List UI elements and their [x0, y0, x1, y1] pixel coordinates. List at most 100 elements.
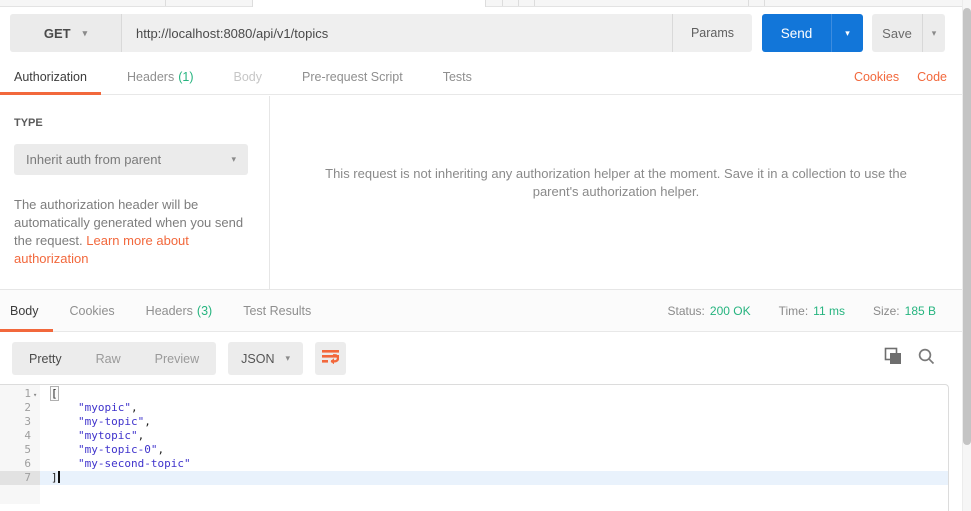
code-line: 5 "my-topic-0",: [0, 443, 948, 457]
save-button-group: Save ▾: [872, 14, 945, 52]
code-line: 6 "my-second-topic": [0, 457, 948, 471]
matched-bracket: [: [50, 386, 59, 401]
code-link[interactable]: Code: [917, 70, 947, 84]
json-string: "mytopic": [78, 429, 138, 442]
tab-separator: [534, 0, 535, 6]
send-button[interactable]: Send: [762, 14, 831, 52]
tab-headers[interactable]: Headers (1): [127, 70, 194, 84]
text-cursor: [57, 471, 60, 483]
tab-authorization[interactable]: Authorization: [14, 70, 87, 84]
code-lines: 1 ▾ [ 2 "myopic", 3 "my-topic", 4 "mytopi…: [0, 385, 948, 485]
line-number: 3: [24, 415, 31, 428]
status-badge: Status: 200 OK: [668, 304, 751, 318]
status-value: 200 OK: [709, 303, 751, 318]
format-dropdown[interactable]: JSON ▾: [228, 342, 304, 375]
page-scrollbar: [962, 0, 971, 511]
view-mode-preview[interactable]: Preview: [138, 352, 216, 366]
size-value: 185 B: [904, 303, 936, 318]
tab-separator: [165, 0, 166, 6]
method-label: GET: [43, 25, 71, 41]
tab-separator: [518, 0, 519, 6]
cookies-link[interactable]: Cookies: [854, 70, 899, 84]
response-toolbar: Pretty Raw Preview JSON ▾: [0, 333, 962, 384]
tab-test-results[interactable]: Test Results: [243, 304, 311, 318]
tab-separator: [748, 0, 749, 6]
line-number: 1 ▾: [0, 387, 40, 401]
params-button[interactable]: Params: [672, 14, 752, 52]
search-icon: [917, 347, 935, 370]
active-tab-segment: [252, 0, 486, 7]
chevron-down-icon: ▾: [285, 353, 291, 363]
response-headers-label: Headers: [145, 303, 193, 318]
tab-headers-label: Headers: [126, 70, 175, 84]
response-header: Body Cookies Headers (3) Test Results Sta…: [0, 290, 962, 332]
tab-body[interactable]: Body: [234, 70, 263, 84]
auth-type-label: TYPE: [14, 117, 43, 129]
chevron-down-icon: ▾: [931, 27, 937, 38]
line-number: 5: [24, 443, 31, 456]
time-badge: Time: 11 ms: [779, 304, 845, 318]
request-links: Cookies Code: [854, 70, 947, 84]
time-label: Time:: [778, 303, 809, 318]
tab-pre-request-script[interactable]: Pre-request Script: [302, 70, 403, 84]
json-punctuation: ,: [157, 443, 165, 456]
response-body-editor[interactable]: 1 ▾ [ 2 "myopic", 3 "my-topic", 4 "mytopi…: [0, 384, 949, 511]
json-punctuation: ]: [51, 471, 58, 484]
format-value: JSON: [241, 351, 275, 366]
save-button[interactable]: Save: [872, 14, 922, 52]
json-punctuation: ,: [144, 415, 151, 428]
line-text: "my-topic-0",: [40, 443, 164, 457]
tab-tests[interactable]: Tests: [443, 70, 472, 84]
line-number: 6: [24, 457, 31, 470]
code-line: 1 ▾ [: [0, 386, 948, 401]
line-text: "mytopic",: [40, 429, 144, 443]
active-response-tab-underline: [0, 329, 53, 332]
save-dropdown-button[interactable]: ▾: [922, 14, 945, 52]
tab-response-body[interactable]: Body: [10, 304, 39, 318]
response-actions: [884, 347, 962, 370]
view-mode-pretty[interactable]: Pretty: [12, 352, 79, 366]
copy-button[interactable]: [884, 347, 902, 370]
json-string: "myopic": [78, 401, 131, 414]
line-text: "my-topic",: [40, 415, 151, 429]
method-dropdown[interactable]: GET ▾: [10, 14, 122, 52]
authorization-preview: This request is not inheriting any autho…: [270, 96, 962, 289]
send-button-group: Send ▾: [762, 14, 863, 52]
scrollbar-thumb[interactable]: [963, 8, 971, 445]
auth-description: The authorization header will be automat…: [14, 196, 248, 268]
auth-type-select[interactable]: Inherit auth from parent ▾: [14, 144, 248, 175]
size-badge: Size: 185 B: [873, 304, 936, 318]
headers-count-badge: (1): [178, 70, 194, 84]
tab-response-cookies[interactable]: Cookies: [70, 304, 115, 318]
json-string: "my-second-topic": [78, 457, 191, 470]
code-line: 3 "my-topic",: [0, 415, 948, 429]
search-button[interactable]: [917, 347, 935, 370]
copy-icon: [884, 347, 902, 370]
json-string: "my-topic": [78, 415, 145, 428]
size-label: Size:: [872, 303, 900, 318]
window-tab-strip: [0, 0, 962, 7]
send-dropdown-button[interactable]: ▾: [831, 14, 863, 52]
view-mode-raw[interactable]: Raw: [79, 352, 138, 366]
active-tab-underline: [0, 92, 101, 95]
line-text: "myopic",: [40, 401, 138, 415]
fold-toggle-icon[interactable]: ▾: [33, 388, 37, 402]
line-number: 4: [24, 429, 31, 442]
chevron-down-icon: ▾: [82, 27, 88, 38]
json-punctuation: ,: [137, 429, 145, 442]
chevron-down-icon: ▾: [231, 154, 236, 164]
tab-separator: [764, 0, 765, 6]
tab-response-headers[interactable]: Headers (3): [146, 304, 213, 318]
tab-separator: [502, 0, 503, 6]
time-value: 11 ms: [813, 303, 845, 318]
url-input[interactable]: [122, 14, 672, 52]
request-url-bar: GET ▾ Params: [10, 14, 752, 52]
code-line-active: 7 ]: [0, 471, 948, 485]
status-label: Status:: [667, 303, 705, 318]
response-headers-count-badge: (3): [196, 303, 213, 318]
line-number: 2: [24, 401, 31, 414]
response-meta: Status: 200 OK Time: 11 ms Size: 185 B: [668, 304, 962, 318]
wrap-lines-icon: [322, 349, 340, 369]
view-mode-switch: Pretty Raw Preview: [12, 342, 217, 375]
wrap-lines-button[interactable]: [315, 342, 347, 375]
